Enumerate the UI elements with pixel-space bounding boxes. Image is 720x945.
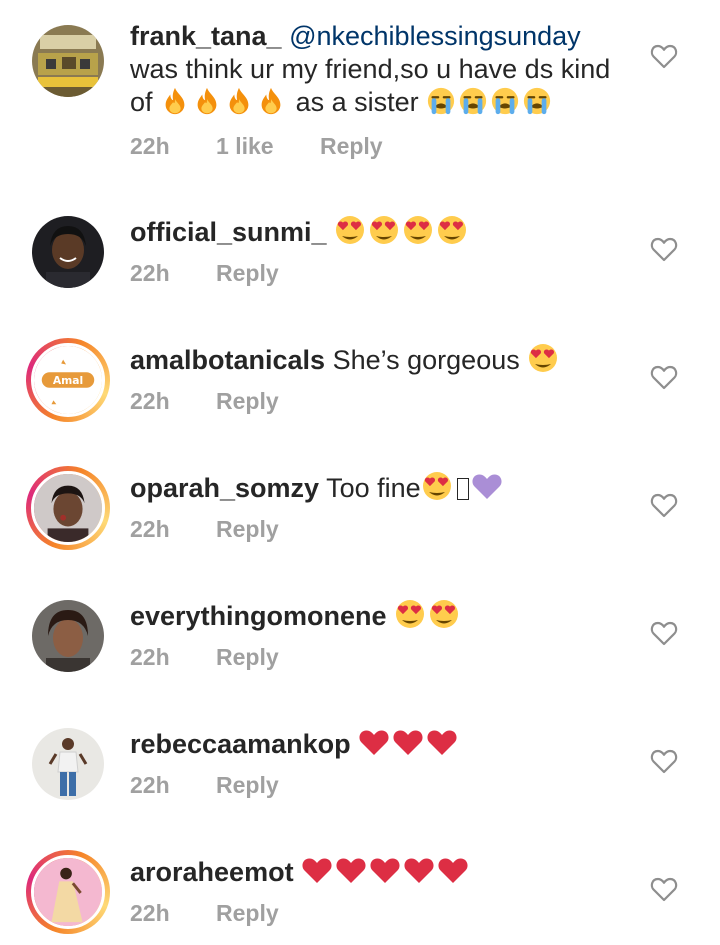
comment-meta: 22h Reply <box>130 260 319 287</box>
red-heart-emoji-icon <box>358 726 390 758</box>
comment-text: everythingomonene <box>130 598 640 633</box>
heart-eyes-emoji-icon <box>428 598 460 630</box>
avatar[interactable] <box>32 600 104 672</box>
unsupported-glyph-icon <box>456 478 469 500</box>
heart-eyes-emoji-icon <box>527 342 559 374</box>
like-heart-icon[interactable] <box>650 620 678 646</box>
brand-logo-text: Amal <box>53 374 83 387</box>
timestamp: 22h <box>130 644 170 670</box>
timestamp: 22h <box>130 133 170 159</box>
username[interactable]: rebeccaamankop <box>130 729 351 759</box>
timestamp: 22h <box>130 260 170 286</box>
username[interactable]: frank_tana_ <box>130 21 282 51</box>
comment-text: oparah_somzy Too fine <box>130 470 640 505</box>
story-ring-avatar[interactable]: Amal <box>26 338 110 422</box>
avatar[interactable] <box>32 216 104 288</box>
fire-emoji-icon <box>224 86 254 116</box>
comment-item: rebeccaamankop 22h Reply <box>0 702 720 830</box>
heart-eyes-emoji-icon <box>394 598 426 630</box>
loudly-crying-face-emoji-icon <box>522 86 552 116</box>
comment-item: everythingomonene 22h Reply <box>0 574 720 702</box>
like-heart-icon[interactable] <box>650 492 678 518</box>
comment-text: frank_tana_ @nkechiblessingsunday was th… <box>130 20 640 119</box>
heart-eyes-emoji-icon <box>368 214 400 246</box>
comment-body: Too fine <box>326 473 421 503</box>
red-heart-emoji-icon <box>335 854 367 886</box>
comment-item: aroraheemot 22h Reply <box>0 830 720 945</box>
comment-item: Amal amalbotanicals She’s gorgeous 22h R… <box>0 318 720 446</box>
heart-eyes-emoji-icon <box>402 214 434 246</box>
red-heart-emoji-icon <box>369 854 401 886</box>
reply-button[interactable]: Reply <box>216 388 279 414</box>
comment-meta: 22h Reply <box>130 772 319 799</box>
username[interactable]: oparah_somzy <box>130 473 319 503</box>
like-heart-icon[interactable] <box>650 43 678 69</box>
red-heart-emoji-icon <box>403 854 435 886</box>
loudly-crying-face-emoji-icon <box>426 86 456 116</box>
comment-item: oparah_somzy Too fine 22h Reply <box>0 446 720 574</box>
username[interactable]: everythingomonene <box>130 601 387 631</box>
comment-text: amalbotanicals She’s gorgeous <box>130 342 640 377</box>
comment-body-line: as a sister <box>295 87 419 117</box>
mention-link[interactable]: @nkechiblessingsunday <box>289 21 581 51</box>
avatar[interactable] <box>32 25 104 97</box>
comment-meta: 22h Reply <box>130 644 319 671</box>
reply-button[interactable]: Reply <box>216 260 279 286</box>
heart-eyes-emoji-icon <box>421 470 453 502</box>
comment-meta: 22h Reply <box>130 516 319 543</box>
comment-item: official_sunmi_ 22h Reply <box>0 190 720 318</box>
heart-eyes-emoji-icon <box>436 214 468 246</box>
red-heart-emoji-icon <box>392 726 424 758</box>
timestamp: 22h <box>130 772 170 798</box>
red-heart-emoji-icon <box>437 854 469 886</box>
comment-meta: 22h Reply <box>130 900 319 927</box>
reply-button[interactable]: Reply <box>216 644 279 670</box>
like-heart-icon[interactable] <box>650 876 678 902</box>
comment-text: aroraheemot <box>130 854 640 889</box>
comment-meta: 22h Reply <box>130 388 319 415</box>
reply-button[interactable]: Reply <box>216 516 279 542</box>
fire-emoji-icon <box>192 86 222 116</box>
red-heart-emoji-icon <box>301 854 333 886</box>
fire-emoji-icon <box>256 86 286 116</box>
username[interactable]: official_sunmi_ <box>130 217 327 247</box>
timestamp: 22h <box>130 900 170 926</box>
avatar[interactable] <box>32 728 104 800</box>
username[interactable]: amalbotanicals <box>130 345 325 375</box>
reply-button[interactable]: Reply <box>216 772 279 798</box>
fire-emoji-icon <box>160 86 190 116</box>
comment-meta: 22h 1 like Reply <box>130 133 423 160</box>
like-count[interactable]: 1 like <box>216 133 274 159</box>
username[interactable]: aroraheemot <box>130 857 294 887</box>
loudly-crying-face-emoji-icon <box>490 86 520 116</box>
reply-button[interactable]: Reply <box>320 133 383 159</box>
story-ring-avatar[interactable] <box>26 850 110 934</box>
red-heart-emoji-icon <box>426 726 458 758</box>
comment-body-line: was think ur my friend,so u have ds kind <box>130 54 611 84</box>
timestamp: 22h <box>130 516 170 542</box>
comment-item: frank_tana_ @nkechiblessingsunday was th… <box>0 0 720 190</box>
comment-text: rebeccaamankop <box>130 726 640 761</box>
comment-text: official_sunmi_ <box>130 214 640 249</box>
purple-heart-emoji-icon <box>471 470 503 502</box>
comment-body-line: of <box>130 87 153 117</box>
story-ring-avatar[interactable] <box>26 466 110 550</box>
reply-button[interactable]: Reply <box>216 900 279 926</box>
comment-body: She’s gorgeous <box>332 345 520 375</box>
timestamp: 22h <box>130 388 170 414</box>
loudly-crying-face-emoji-icon <box>458 86 488 116</box>
like-heart-icon[interactable] <box>650 236 678 262</box>
like-heart-icon[interactable] <box>650 364 678 390</box>
heart-eyes-emoji-icon <box>334 214 366 246</box>
like-heart-icon[interactable] <box>650 748 678 774</box>
